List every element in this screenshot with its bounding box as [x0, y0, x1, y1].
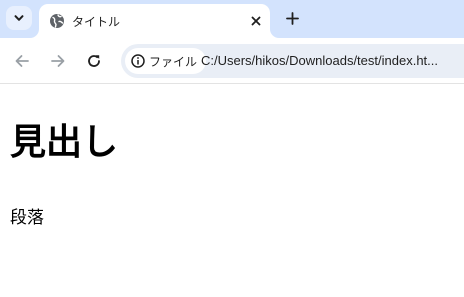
- url-text[interactable]: C:/Users/hikos/Downloads/test/index.ht..…: [201, 53, 438, 68]
- back-button[interactable]: [10, 49, 34, 73]
- forward-button[interactable]: [46, 49, 70, 73]
- info-icon: [131, 54, 145, 68]
- tab-strip: タイトル: [0, 0, 464, 38]
- page-content: 見出し 段落: [0, 85, 464, 297]
- site-info-label: ファイル: [149, 54, 198, 69]
- tab-title: タイトル: [72, 15, 121, 29]
- tab-search-button[interactable]: [6, 6, 32, 30]
- close-icon: [251, 16, 261, 26]
- site-info-chip[interactable]: ファイル: [125, 48, 207, 74]
- reload-button[interactable]: [82, 49, 106, 73]
- plus-icon: [285, 11, 299, 25]
- page-heading: 見出し: [10, 122, 119, 163]
- tab-close-button[interactable]: [247, 12, 265, 30]
- arrow-right-icon: [51, 55, 65, 67]
- active-tab[interactable]: タイトル: [39, 4, 270, 38]
- reload-icon: [88, 55, 100, 67]
- address-bar[interactable]: ファイル C:/Users/hikos/Downloads/test/index…: [121, 44, 464, 78]
- toolbar: ファイル C:/Users/hikos/Downloads/test/index…: [0, 38, 464, 84]
- chevron-down-icon: [14, 15, 24, 21]
- globe-icon: [50, 14, 64, 28]
- page-paragraph: 段落: [10, 208, 44, 228]
- new-tab-button[interactable]: [282, 8, 302, 28]
- arrow-left-icon: [15, 55, 29, 67]
